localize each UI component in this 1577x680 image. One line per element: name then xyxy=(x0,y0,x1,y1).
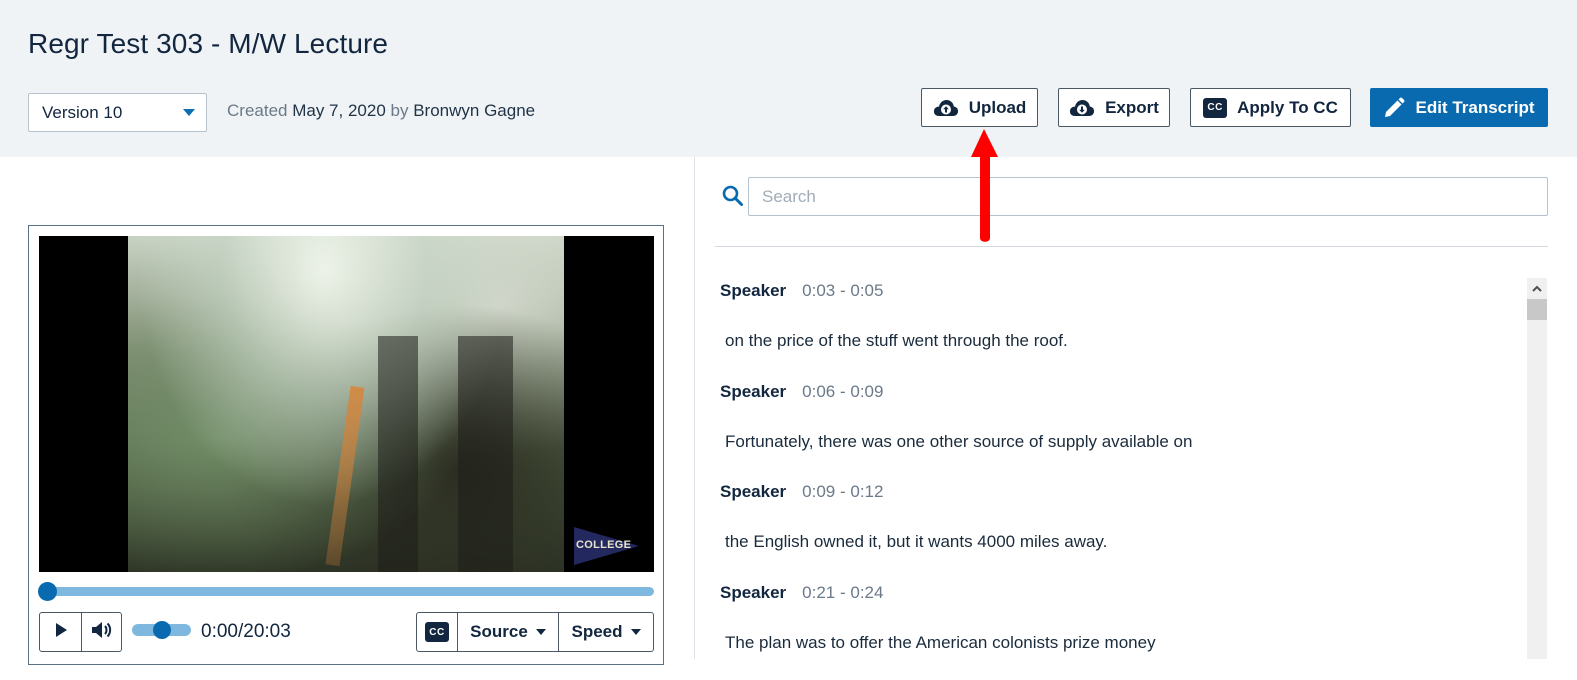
play-icon xyxy=(55,623,67,642)
cc-icon: CC xyxy=(1203,98,1227,118)
speed-label: Speed xyxy=(571,622,622,642)
volume-slider[interactable] xyxy=(132,624,191,636)
chevron-up-icon xyxy=(1532,279,1542,297)
pencil-icon xyxy=(1383,97,1405,119)
search-icon xyxy=(722,185,744,212)
video-frame xyxy=(128,236,564,572)
caret-down-icon xyxy=(183,109,195,116)
version-select[interactable]: Version 10 xyxy=(28,93,207,132)
segment-speaker: Speaker xyxy=(720,281,786,300)
college-watermark: COLLEGE xyxy=(576,539,631,551)
source-label: Source xyxy=(470,622,528,642)
export-button[interactable]: Export xyxy=(1058,88,1170,127)
seek-bar[interactable] xyxy=(39,587,654,596)
apply-to-cc-button[interactable]: CC Apply To CC xyxy=(1190,88,1351,127)
scroll-up-button[interactable] xyxy=(1527,278,1547,298)
version-select-value: Version 10 xyxy=(42,103,122,123)
segment-speaker: Speaker xyxy=(720,482,786,501)
search-divider xyxy=(715,246,1548,247)
player-options: CC Source Speed xyxy=(416,612,654,652)
mute-button[interactable] xyxy=(81,613,121,651)
seek-thumb[interactable] xyxy=(38,582,57,601)
segment-time: 0:21 - 0:24 xyxy=(802,583,883,602)
segment-header: Speaker 0:06 - 0:09 xyxy=(720,382,883,402)
video-shape xyxy=(378,336,418,572)
upload-button[interactable]: Upload xyxy=(921,88,1038,127)
play-button[interactable] xyxy=(40,613,81,651)
segment-time: 0:06 - 0:09 xyxy=(802,382,883,401)
source-dropdown[interactable]: Source xyxy=(457,613,558,651)
video-player: COLLEGE 0:00/20:03 CC Source Speed xyxy=(28,225,664,665)
segment-text: on the price of the stuff went through t… xyxy=(725,331,1068,351)
captions-toggle-button[interactable]: CC xyxy=(417,613,457,651)
upload-label: Upload xyxy=(969,98,1027,118)
segment-speaker: Speaker xyxy=(720,382,786,401)
created-label: Created xyxy=(227,101,287,120)
annotation-arrow-icon xyxy=(968,128,1002,244)
edit-transcript-button[interactable]: Edit Transcript xyxy=(1370,88,1548,127)
segment-header: Speaker 0:09 - 0:12 xyxy=(720,482,883,502)
cc-icon: CC xyxy=(425,622,449,642)
page-title: Regr Test 303 - M/W Lecture xyxy=(28,28,388,60)
scroll-thumb[interactable] xyxy=(1527,299,1547,320)
video-display[interactable]: COLLEGE xyxy=(39,236,654,572)
segment-text: the English owned it, but it wants 4000 … xyxy=(725,532,1107,552)
transcript-segment[interactable]: Speaker 0:09 - 0:12 the English owned it,… xyxy=(720,479,1510,580)
panel-divider xyxy=(694,157,695,659)
transcript-list: Speaker 0:03 - 0:05 on the price of the s… xyxy=(720,278,1510,680)
caret-down-icon xyxy=(631,629,641,635)
video-shape xyxy=(458,336,513,572)
created-date: May 7, 2020 xyxy=(292,101,386,120)
segment-header: Speaker 0:03 - 0:05 xyxy=(720,281,883,301)
segment-header: Speaker 0:21 - 0:24 xyxy=(720,583,883,603)
time-readout: 0:00/20:03 xyxy=(201,621,291,643)
video-shape xyxy=(326,386,365,566)
created-by-label: by xyxy=(391,101,409,120)
transcript-segment[interactable]: Speaker 0:06 - 0:09 Fortunately, there wa… xyxy=(720,379,1510,480)
speed-dropdown[interactable]: Speed xyxy=(558,613,653,651)
apply-to-cc-label: Apply To CC xyxy=(1237,98,1338,118)
cloud-download-icon xyxy=(1069,99,1095,117)
transcript-segment[interactable]: Speaker 0:03 - 0:05 on the price of the s… xyxy=(720,278,1510,379)
created-info: Created May 7, 2020 by Bronwyn Gagne xyxy=(227,101,535,121)
volume-thumb[interactable] xyxy=(153,621,171,639)
segment-time: 0:09 - 0:12 xyxy=(802,482,883,501)
volume-icon xyxy=(92,621,112,644)
segment-text: The plan was to offer the American colon… xyxy=(725,633,1156,653)
transcript-scrollbar[interactable] xyxy=(1527,278,1547,659)
created-author: Bronwyn Gagne xyxy=(413,101,535,120)
playback-controls xyxy=(39,612,122,652)
header: Regr Test 303 - M/W Lecture Version 10 C… xyxy=(0,0,1577,157)
segment-text: Fortunately, there was one other source … xyxy=(725,432,1192,452)
cloud-upload-icon xyxy=(933,99,959,117)
export-label: Export xyxy=(1105,98,1159,118)
edit-transcript-label: Edit Transcript xyxy=(1415,98,1534,118)
segment-speaker: Speaker xyxy=(720,583,786,602)
transcript-search-input[interactable] xyxy=(748,177,1548,216)
segment-time: 0:03 - 0:05 xyxy=(802,281,883,300)
caret-down-icon xyxy=(536,629,546,635)
transcript-segment[interactable]: Speaker 0:21 - 0:24 The plan was to offer… xyxy=(720,580,1510,680)
